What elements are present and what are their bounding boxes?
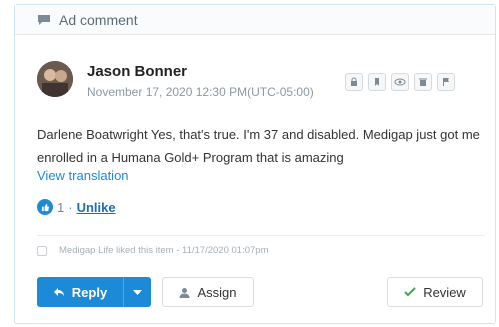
avatar[interactable] <box>37 61 73 97</box>
likes-row: 1 · Unlike <box>37 199 116 215</box>
card-header: Ad comment <box>15 5 495 35</box>
activity-text: Medigap Life liked this item - 11/17/202… <box>59 245 269 256</box>
unlike-link[interactable]: Unlike <box>77 200 116 215</box>
review-label: Review <box>423 284 466 300</box>
eye-icon[interactable] <box>391 73 409 91</box>
reply-label: Reply <box>71 284 108 300</box>
activity-row: Medigap Life liked this item - 11/17/202… <box>37 245 268 256</box>
reply-dropdown-button[interactable] <box>123 277 151 307</box>
header-title: Ad comment <box>59 11 138 28</box>
timestamp: November 17, 2020 12:30 PM(UTC-05:00) <box>87 85 314 99</box>
comment-card: Ad comment Jason Bonner November 17, 202… <box>14 4 496 324</box>
comment-actions <box>345 73 455 91</box>
assign-button[interactable]: Assign <box>162 277 254 307</box>
activity-icon <box>37 245 47 256</box>
lock-icon[interactable] <box>345 73 363 91</box>
view-translation-link[interactable]: View translation <box>37 168 129 183</box>
reply-arrow-icon <box>53 287 65 297</box>
thumbs-up-icon <box>37 199 53 215</box>
check-icon <box>404 287 416 297</box>
trash-icon[interactable] <box>414 73 432 91</box>
assign-label: Assign <box>197 284 237 300</box>
user-icon <box>179 287 190 298</box>
author-name[interactable]: Jason Bonner <box>87 63 314 80</box>
review-button[interactable]: Review <box>387 277 483 307</box>
comment-icon <box>37 14 53 26</box>
activity-divider <box>37 235 485 236</box>
reply-button-group: Reply <box>37 277 151 307</box>
author-row: Jason Bonner November 17, 2020 12:30 PM(… <box>37 61 314 99</box>
like-separator: · <box>68 199 73 215</box>
chevron-down-icon <box>133 283 142 301</box>
like-count: 1 <box>57 199 65 215</box>
comment-text: Darlene Boatwright Yes, that's true. I'm… <box>37 127 480 165</box>
reply-button[interactable]: Reply <box>37 277 123 307</box>
flag-icon[interactable] <box>437 73 455 91</box>
action-buttons: Reply Assign Review <box>37 277 495 307</box>
bookmark-icon[interactable] <box>368 73 386 91</box>
